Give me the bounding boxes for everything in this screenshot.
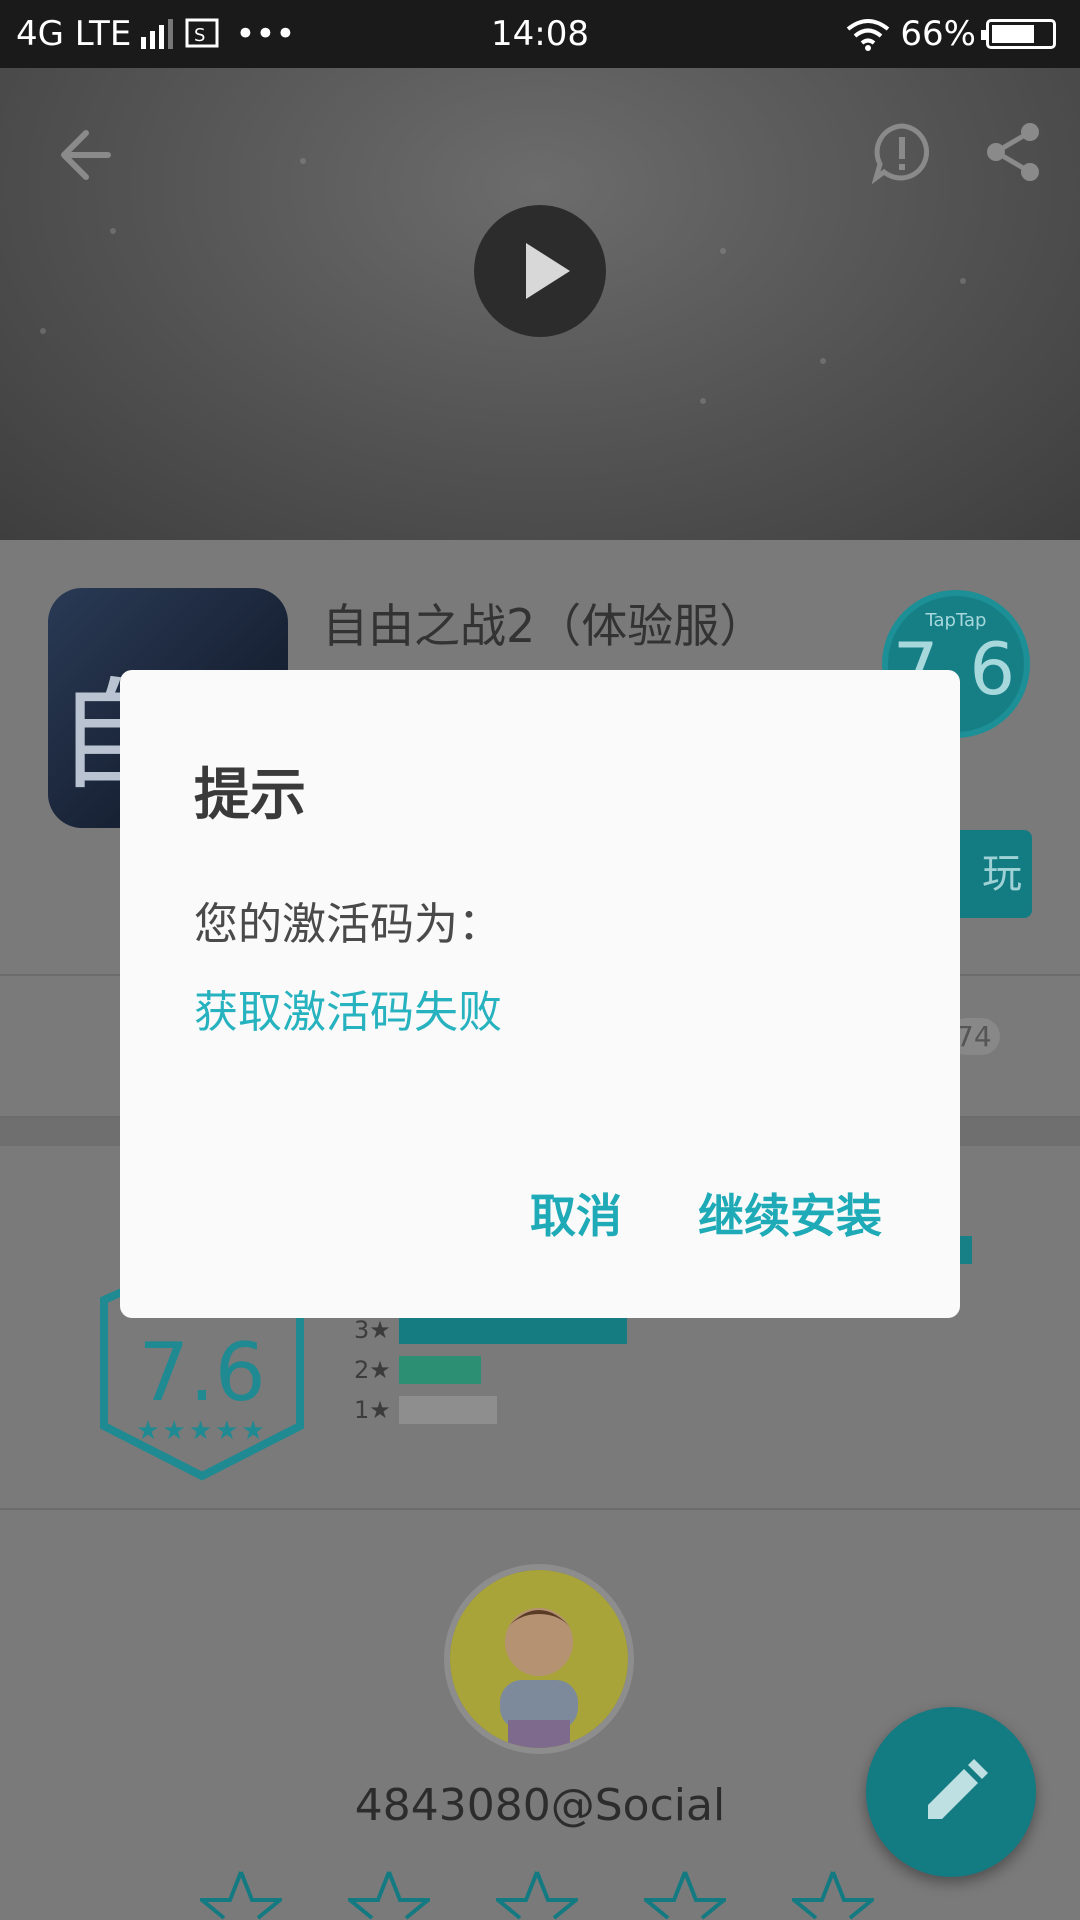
activation-status: 获取激活码失败 <box>194 987 502 1038</box>
star-outline-icon[interactable] <box>200 1870 282 1920</box>
status-right: 66% <box>846 14 1056 54</box>
rating-row-label: 1★ <box>354 1396 391 1424</box>
rating-stars: ★★★★★ <box>136 1416 268 1446</box>
activation-code-dialog: 提示 您的激活码为： 获取激活码失败 取消 继续安装 <box>120 670 960 1318</box>
battery-icon <box>981 19 1056 49</box>
avatar[interactable] <box>444 1564 634 1754</box>
app-title: 自由之战2（体验服） <box>322 599 766 653</box>
rating-bar <box>398 1316 627 1344</box>
play-icon <box>526 243 570 299</box>
write-review-fab[interactable] <box>866 1707 1036 1877</box>
rating-row: 2★ <box>354 1354 481 1386</box>
rating-bar <box>398 1396 497 1424</box>
cancel-button[interactable]: 取消 <box>530 1180 622 1246</box>
divider <box>0 1508 1080 1510</box>
rating-score-value: 7.6 <box>138 1326 266 1419</box>
video-header <box>0 68 1080 540</box>
rating-row-label: 3★ <box>354 1316 391 1344</box>
pencil-icon <box>928 1759 988 1819</box>
battery-percent: 66% <box>900 14 976 54</box>
play-video-button[interactable] <box>474 205 606 337</box>
star-outline-icon[interactable] <box>644 1870 726 1920</box>
review-star-rating[interactable] <box>200 1870 874 1920</box>
star-outline-icon[interactable] <box>792 1870 874 1920</box>
report-icon[interactable] <box>870 120 934 184</box>
wifi-icon <box>847 19 890 51</box>
star-outline-icon[interactable] <box>496 1870 578 1920</box>
status-bar: 4G LTE S ••• 14:08 66% <box>0 0 1080 68</box>
rating-bar <box>398 1356 481 1384</box>
rating-row: 3★ <box>354 1314 627 1346</box>
dialog-message: 您的激活码为： <box>194 899 502 950</box>
back-arrow-icon[interactable] <box>52 123 116 187</box>
dialog-title: 提示 <box>194 763 306 828</box>
star-outline-icon[interactable] <box>348 1870 430 1920</box>
continue-install-button[interactable]: 继续安装 <box>698 1180 882 1246</box>
rating-row-label: 2★ <box>354 1356 391 1384</box>
share-icon[interactable] <box>982 120 1046 184</box>
rating-row: 1★ <box>354 1394 497 1426</box>
